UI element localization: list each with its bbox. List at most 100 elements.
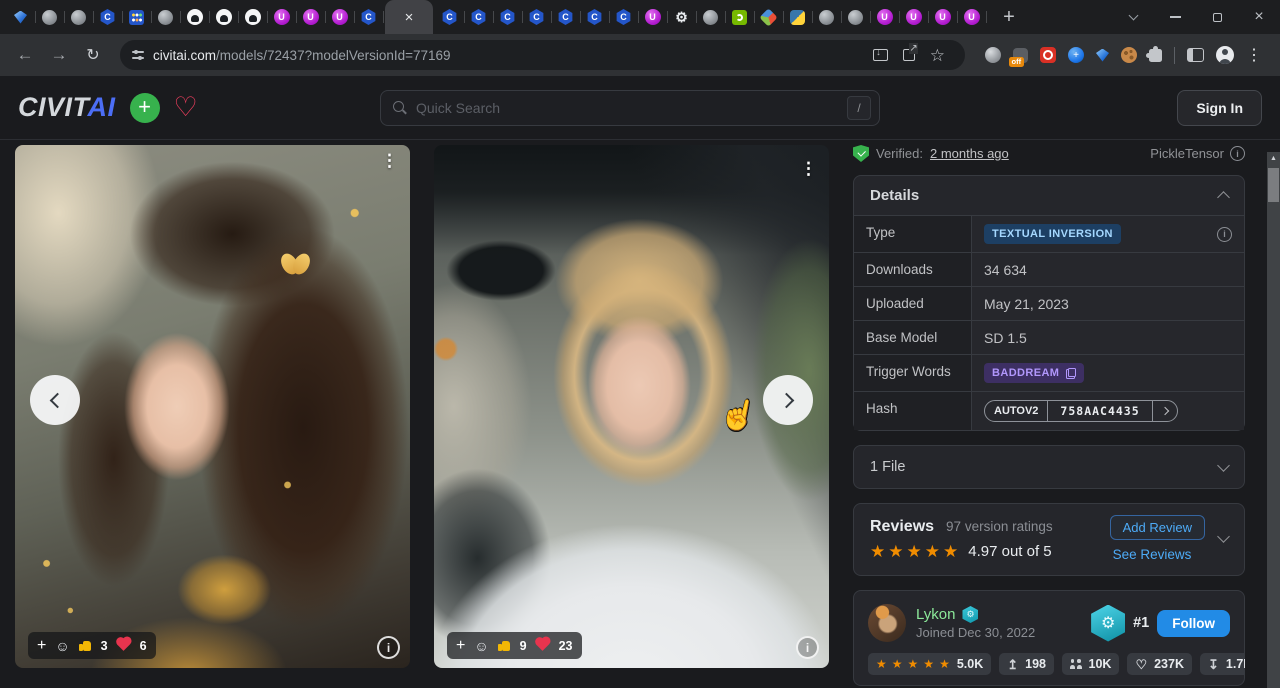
extension-gem-icon[interactable]	[1096, 49, 1109, 62]
search-input[interactable]	[416, 100, 837, 116]
pinned-tab-civitai[interactable]	[609, 0, 638, 34]
info-icon[interactable]	[1217, 227, 1232, 242]
heart-count[interactable]: 6	[140, 639, 147, 653]
info-icon[interactable]	[1230, 146, 1245, 161]
creator-name-link[interactable]: Lykon	[916, 606, 955, 623]
pinned-tab-civitai[interactable]	[493, 0, 522, 34]
extension-cookie-icon[interactable]	[1121, 47, 1137, 63]
thumbs-up-count[interactable]: 3	[101, 639, 108, 653]
details-header[interactable]: Details	[854, 176, 1244, 215]
carousel-next-button[interactable]	[763, 375, 813, 425]
scroll-up-icon[interactable]	[1267, 155, 1280, 162]
pinned-tab-umag[interactable]	[296, 0, 325, 34]
pinned-tab-globe[interactable]	[151, 0, 180, 34]
pinned-tab-civitai[interactable]	[354, 0, 383, 34]
pinned-tab-gem[interactable]	[6, 0, 35, 34]
bookmark-star-icon[interactable]: ☆	[930, 47, 945, 64]
forward-icon[interactable]: →	[42, 38, 76, 72]
pinned-tab-umag[interactable]	[638, 0, 667, 34]
extension-red-o-icon[interactable]	[1040, 47, 1056, 63]
pinned-tab-umag[interactable]	[899, 0, 928, 34]
add-reaction-icon[interactable]	[37, 638, 46, 654]
quick-search-bar[interactable]: /	[380, 90, 880, 126]
thumbs-up-icon[interactable]	[498, 640, 511, 651]
back-icon[interactable]: ←	[8, 38, 42, 72]
pinned-tab-umag[interactable]	[267, 0, 296, 34]
site-settings-icon[interactable]	[132, 51, 144, 59]
pinned-tab-globe[interactable]	[35, 0, 64, 34]
chevron-down-icon[interactable]	[1217, 530, 1230, 543]
close-icon[interactable]: ×	[1238, 0, 1280, 34]
pinned-tab-umag[interactable]	[957, 0, 986, 34]
pinned-tab-civitai[interactable]	[464, 0, 493, 34]
new-tab-button[interactable]: +	[994, 2, 1024, 32]
carousel-prev-button[interactable]	[30, 375, 80, 425]
emoji-icon[interactable]	[474, 639, 488, 653]
scrollbar-thumb[interactable]	[1268, 168, 1279, 202]
thumbs-up-icon[interactable]	[79, 640, 92, 651]
creator-stat-download[interactable]: ↧1.7M	[1200, 653, 1245, 675]
type-badge[interactable]: TEXTUAL INVERSION	[984, 224, 1121, 244]
heart-count[interactable]: 23	[559, 639, 573, 653]
pinned-tab-nvidia[interactable]	[725, 0, 754, 34]
pinned-tab-civitai[interactable]	[93, 0, 122, 34]
create-plus-button[interactable]	[130, 93, 160, 123]
extension-blocker-icon[interactable]: off	[1013, 48, 1028, 63]
hash-value[interactable]: 758AAC4435	[1048, 401, 1151, 421]
pinned-tab-globe[interactable]	[696, 0, 725, 34]
heart-nav-icon[interactable]	[174, 94, 198, 121]
hash-pill[interactable]: AUTOV2 758AAC4435	[984, 400, 1178, 422]
heart-reaction-icon[interactable]	[117, 638, 130, 651]
tab-close-icon[interactable]: ×	[405, 10, 414, 25]
share-icon[interactable]	[903, 49, 915, 61]
image-menu-icon[interactable]	[800, 159, 817, 179]
pinned-tab-apps[interactable]	[122, 0, 151, 34]
pinned-tab-civitai[interactable]	[522, 0, 551, 34]
creator-stat-heart[interactable]: ♡237K	[1127, 653, 1192, 675]
hash-next-icon[interactable]	[1152, 401, 1177, 421]
trigger-word-badge[interactable]: BADDREAM	[984, 363, 1084, 383]
install-app-icon[interactable]	[873, 49, 888, 61]
creator-stat-upload[interactable]: ↥198	[999, 653, 1054, 675]
heart-reaction-icon[interactable]	[536, 638, 549, 651]
creator-stat-stars[interactable]: ★★★★★5.0K	[868, 653, 991, 675]
active-tab[interactable]: ×	[385, 0, 433, 34]
sign-in-button[interactable]: Sign In	[1177, 90, 1262, 126]
profile-avatar-icon[interactable]	[1216, 46, 1234, 64]
creator-avatar[interactable]	[868, 604, 906, 642]
browser-menu-icon[interactable]	[1246, 45, 1262, 65]
civitai-logo[interactable]: CIVITAI	[18, 92, 116, 123]
pinned-tab-github[interactable]	[180, 0, 209, 34]
pinned-tab-github[interactable]	[209, 0, 238, 34]
pinned-tab-civitai[interactable]	[435, 0, 464, 34]
extension-blue-globe-icon[interactable]	[1068, 47, 1084, 63]
maximize-icon[interactable]	[1196, 0, 1238, 34]
files-header[interactable]: 1 File	[854, 446, 1244, 488]
creator-stat-users[interactable]: 10K	[1062, 653, 1119, 675]
thumbs-up-count[interactable]: 9	[520, 639, 527, 653]
reload-icon[interactable]: ↻	[76, 38, 110, 72]
see-reviews-link[interactable]: See Reviews	[1110, 547, 1192, 562]
pinned-tab-civitai[interactable]	[551, 0, 580, 34]
pinned-tab-civitai[interactable]	[580, 0, 609, 34]
extension-sphere-icon[interactable]	[985, 47, 1001, 63]
image-info-icon[interactable]	[377, 636, 400, 659]
follow-button[interactable]: Follow	[1157, 610, 1230, 637]
pinned-tab-umag[interactable]	[325, 0, 354, 34]
add-reaction-icon[interactable]	[456, 638, 465, 654]
pinned-tab-globe[interactable]	[841, 0, 870, 34]
tab-search-icon[interactable]	[1112, 0, 1154, 34]
page-scrollbar[interactable]	[1267, 152, 1280, 688]
pinned-tab-umag[interactable]	[870, 0, 899, 34]
pinned-tab-umag[interactable]	[928, 0, 957, 34]
pinned-tab-github[interactable]	[238, 0, 267, 34]
pinned-tab-globe[interactable]	[64, 0, 93, 34]
verified-time-link[interactable]: 2 months ago	[930, 146, 1009, 161]
image-menu-icon[interactable]	[381, 151, 398, 171]
extensions-puzzle-icon[interactable]	[1149, 49, 1162, 62]
chevron-down-icon[interactable]	[1217, 459, 1230, 472]
address-bar[interactable]: civitai.com/models/72437?modelVersionId=…	[120, 40, 965, 70]
minimize-icon[interactable]	[1154, 0, 1196, 34]
pinned-tab-gear[interactable]	[667, 0, 696, 34]
side-panel-icon[interactable]	[1187, 48, 1204, 62]
